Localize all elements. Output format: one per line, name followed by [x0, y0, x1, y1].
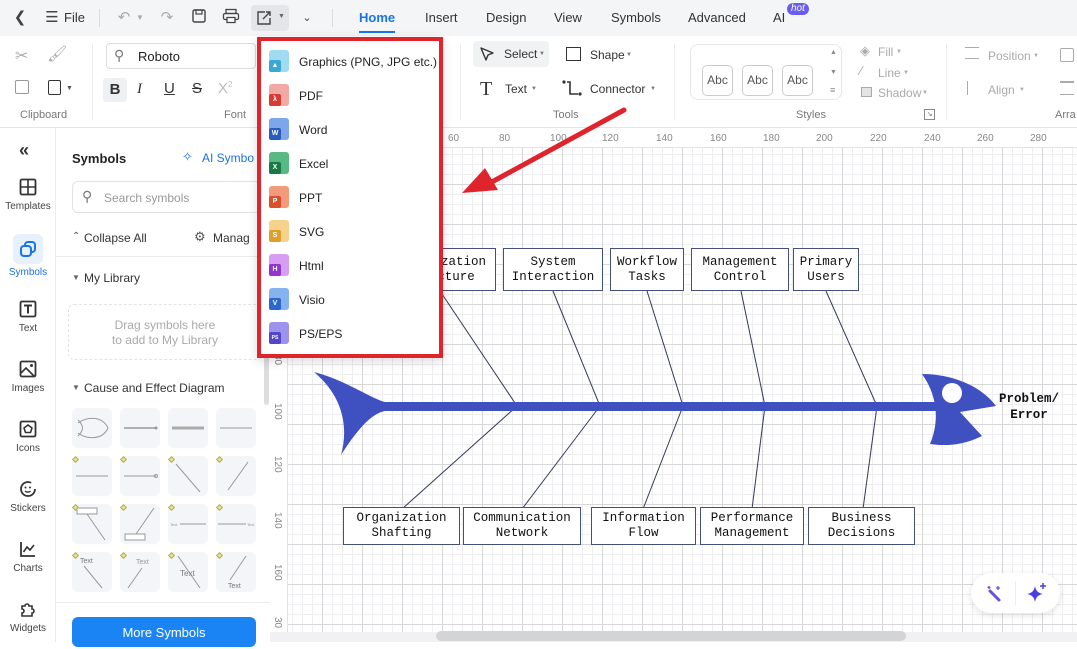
cause-bone [862, 405, 878, 510]
cause-box-top[interactable]: Management Control [691, 248, 789, 291]
cause-bone [439, 290, 518, 407]
magic-wand-icon[interactable] [985, 583, 1005, 603]
excel-file-icon: X [269, 152, 289, 174]
fish-tail [314, 372, 385, 455]
cause-bone [646, 290, 684, 407]
menu-item-label: Excel [299, 157, 329, 171]
menu-item-label: Word [299, 123, 328, 137]
divider [1015, 581, 1016, 605]
export-pdf[interactable]: λ PDF [261, 79, 439, 113]
menu-item-label: SVG [299, 225, 325, 239]
cause-box-bottom[interactable]: Performance Management [700, 507, 804, 545]
word-file-icon: W [269, 118, 289, 140]
menu-item-label: Visio [299, 293, 325, 307]
cause-bone [401, 405, 518, 510]
cause-box-bottom[interactable]: Communication Network [463, 507, 581, 545]
visio-file-icon: V [269, 288, 289, 310]
pdf-file-icon: λ [269, 84, 289, 106]
cause-bone [740, 290, 766, 407]
fishbone-diagram [314, 290, 996, 510]
cause-bone [552, 290, 601, 407]
export-visio[interactable]: V Visio [261, 283, 439, 317]
export-svg[interactable]: S SVG [261, 215, 439, 249]
svg-file-icon: S [269, 220, 289, 242]
cause-box-top[interactable]: Workflow Tasks [610, 248, 684, 291]
menu-item-label: Graphics (PNG, JPG etc.) [299, 55, 438, 69]
ai-sparkle-icon[interactable] [1026, 582, 1048, 604]
export-graphics[interactable]: ▲ Graphics (PNG, JPG etc.) [261, 45, 439, 79]
menu-item-label: PS/EPS [299, 327, 343, 341]
ai-floating-toolbar [971, 573, 1060, 613]
horizontal-scrollbar[interactable] [436, 631, 906, 641]
ppt-file-icon: P [269, 186, 289, 208]
cause-box-bottom[interactable]: Organization Shafting [343, 507, 460, 545]
cause-bone [751, 405, 766, 510]
cause-bone [825, 290, 878, 407]
export-ps-eps[interactable]: PS PS/EPS [261, 317, 439, 351]
menu-item-label: PDF [299, 89, 323, 103]
fish-eye [942, 383, 962, 403]
cause-bone [642, 405, 684, 510]
cause-box-top[interactable]: Primary Users [793, 248, 859, 291]
export-word[interactable]: W Word [261, 113, 439, 147]
cause-box-bottom[interactable]: Information Flow [591, 507, 696, 545]
export-html[interactable]: H Html [261, 249, 439, 283]
cause-bone [521, 405, 601, 510]
problem-label[interactable]: Problem/ Error [994, 391, 1064, 423]
html-file-icon: H [269, 254, 289, 276]
image-file-icon: ▲ [269, 50, 289, 72]
export-ppt[interactable]: P PPT [261, 181, 439, 215]
menu-item-label: Html [299, 259, 324, 273]
cause-box-bottom[interactable]: Business Decisions [808, 507, 915, 545]
ps-eps-file-icon: PS [269, 322, 289, 344]
cause-box-top[interactable]: System Interaction [503, 248, 603, 291]
menu-item-label: PPT [299, 191, 323, 205]
fishbone-spine [360, 402, 940, 411]
export-menu: ▲ Graphics (PNG, JPG etc.) λ PDF W Word … [257, 37, 443, 358]
export-excel[interactable]: X Excel [261, 147, 439, 181]
